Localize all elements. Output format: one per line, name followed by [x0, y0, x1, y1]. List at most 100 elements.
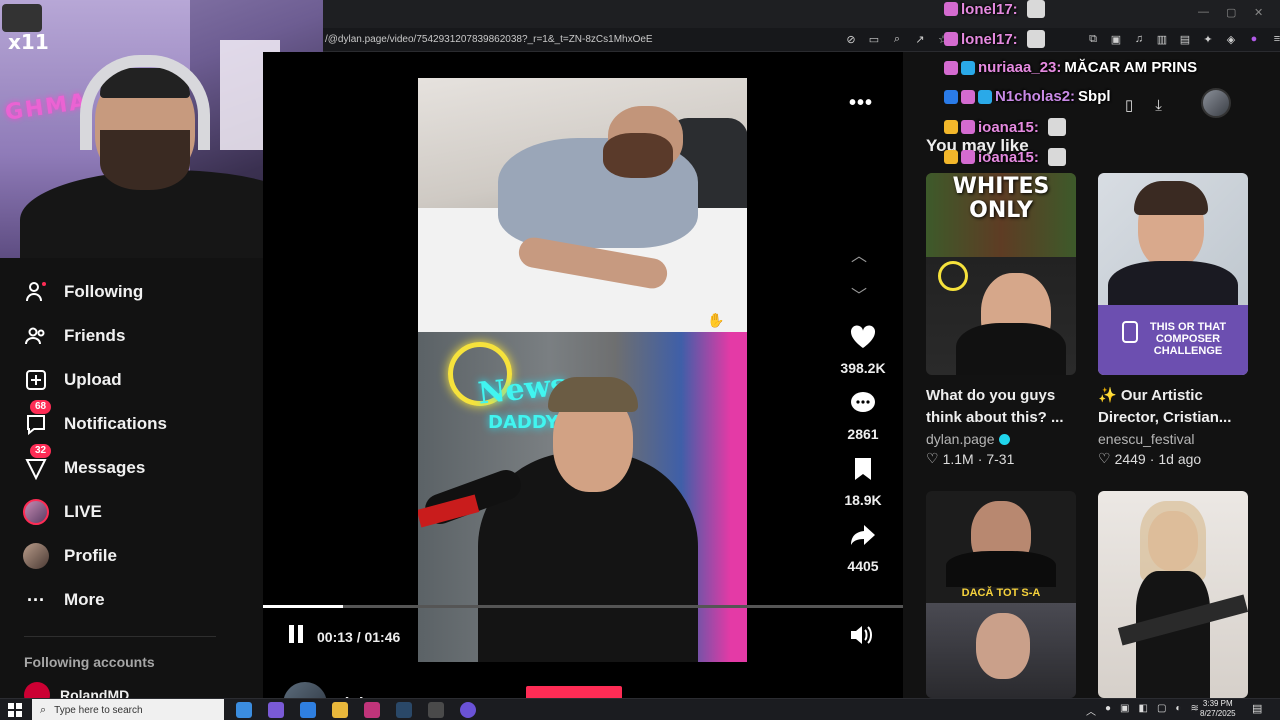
menu-icon[interactable]: ≡	[1270, 32, 1280, 46]
phone-icon[interactable]: ▯	[1125, 96, 1133, 114]
sidebar-item-notifications[interactable]: 68 Notifications	[22, 400, 167, 438]
messages-count-badge: 32	[30, 444, 52, 458]
previous-video-icon[interactable]: ︿	[851, 242, 867, 266]
video-player[interactable]: News DADDY ✋ ••• ︿ ﹀ 398.2K 2861 18.9K 4…	[263, 52, 903, 720]
share-icon[interactable]: ↗	[913, 32, 927, 46]
sidebar-item-friends[interactable]: Friends	[22, 322, 125, 350]
thumb-caption: THIS OR THAT COMPOSER CHALLENGE	[1149, 321, 1227, 357]
notifications-count-badge: 68	[30, 400, 52, 414]
badge-icon	[961, 120, 975, 134]
taskbar-search[interactable]: ⌕ Type here to search	[32, 699, 224, 720]
recommendation-card[interactable]: WHITES ONLY What do you guys think about…	[926, 173, 1076, 467]
discord-icon[interactable]	[460, 702, 476, 718]
card-author[interactable]: enescu_festival	[1098, 431, 1248, 447]
mute-tab-icon[interactable]: ⊘	[844, 32, 858, 46]
download-icon[interactable]: ⤓	[1155, 97, 1162, 114]
app-icon[interactable]	[268, 702, 284, 718]
taskbar-clock[interactable]: 3:39 PM 8/27/2025	[1200, 699, 1236, 719]
recommendation-card[interactable]	[1098, 491, 1248, 698]
vpn-icon[interactable]: ●	[1247, 32, 1261, 46]
emote-icon	[1026, 0, 1045, 18]
task-view-icon[interactable]	[236, 702, 252, 718]
edge-icon[interactable]	[300, 702, 316, 718]
user-avatar[interactable]	[1201, 88, 1231, 118]
tray-app-icon[interactable]: ▣	[1120, 703, 1129, 718]
steam-icon[interactable]	[396, 702, 412, 718]
like-button[interactable]: 398.2K	[831, 322, 895, 376]
volume-icon[interactable]: ◐	[1175, 703, 1181, 718]
tray-app-icon[interactable]: ▢	[1157, 703, 1166, 718]
badge-icon	[944, 32, 958, 46]
browser-icon[interactable]	[364, 702, 380, 718]
network-icon[interactable]: ◧	[1139, 703, 1148, 718]
save-button[interactable]: 18.9K	[831, 454, 895, 508]
next-video-icon[interactable]: ﹀	[851, 282, 867, 306]
wifi-icon[interactable]: ≋	[1190, 703, 1198, 718]
tray-chevron-icon[interactable]: ︿	[1086, 703, 1096, 718]
separator-dot: ·	[1149, 450, 1155, 467]
card-meta: ♡ 1.1M · 7-31	[926, 450, 1076, 467]
share-button[interactable]: 4405	[831, 520, 895, 574]
following-icon	[22, 278, 50, 306]
progress-bar[interactable]	[263, 605, 903, 608]
close-icon[interactable]: ✕	[1254, 6, 1263, 19]
crown-badge-icon	[944, 150, 958, 164]
chat-user: nuriaaa_23:	[978, 59, 1062, 76]
chat-user: ioana15:	[978, 118, 1039, 136]
recommendation-card[interactable]: THIS OR THAT COMPOSER CHALLENGE ✨ Our Ar…	[1098, 173, 1248, 467]
card-title[interactable]: ✨ Our Artistic Director, Cristian...	[1098, 385, 1258, 429]
zoom-icon[interactable]: ⌕	[890, 32, 904, 46]
sidebar-icon[interactable]: ▥	[1155, 32, 1169, 46]
card-thumbnail[interactable]: WHITES ONLY	[926, 173, 1076, 375]
extensions-icon[interactable]: ⧉	[1086, 32, 1100, 46]
cast-icon[interactable]: ▭	[867, 32, 881, 46]
live-avatar	[23, 499, 49, 525]
card-date: 1d ago	[1158, 450, 1202, 467]
volume-icon[interactable]	[849, 624, 873, 651]
file-explorer-icon[interactable]	[332, 702, 348, 718]
card-author[interactable]: dylan.page	[926, 431, 1076, 447]
messages-icon: 32	[22, 444, 52, 482]
card-thumbnail[interactable]: DACĂ TOT S-A	[926, 491, 1076, 698]
recommendation-card[interactable]: DACĂ TOT S-A	[926, 491, 1076, 698]
screenshot-icon[interactable]: ▣	[1109, 32, 1123, 46]
heart-outline-icon: ♡	[1098, 450, 1111, 466]
bookmark-icon	[848, 454, 878, 484]
sidebar-item-upload[interactable]: Upload	[22, 366, 122, 394]
chat-message: ioana15:	[944, 148, 1066, 166]
media-icon[interactable]: ♫	[1132, 32, 1146, 46]
url-text[interactable]: /@dylan.page/video/7542931207839862038?_…	[325, 34, 653, 45]
sidebar-item-following[interactable]: Following	[22, 278, 143, 306]
sidebar-item-messages[interactable]: 32 Messages	[22, 444, 146, 482]
card-likes: 1.1M	[942, 450, 974, 467]
card-title[interactable]: What do you guys think about this? ...	[926, 385, 1086, 429]
card-thumbnail[interactable]	[1098, 491, 1248, 698]
ai-icon[interactable]: ✦	[1201, 32, 1215, 46]
profile-icon	[22, 542, 50, 570]
badge-icon	[944, 2, 958, 16]
card-thumbnail[interactable]: THIS OR THAT COMPOSER CHALLENGE	[1098, 173, 1248, 375]
sidebar-item-label: Messages	[64, 458, 146, 477]
upload-icon	[22, 366, 50, 394]
badge-icon	[961, 89, 975, 104]
minimize-icon[interactable]: —	[1198, 6, 1209, 18]
shield-icon[interactable]: ◈	[1224, 32, 1238, 46]
pause-icon[interactable]	[287, 624, 305, 649]
mic-icon[interactable]: ●	[1105, 703, 1111, 718]
presenter-cap	[548, 377, 638, 412]
diamond-badge-icon	[961, 60, 975, 75]
maximize-icon[interactable]: ▢	[1226, 6, 1236, 19]
screen: — ▢ ✕ /@dylan.page/video/754293120783986…	[0, 0, 1280, 720]
globe-icon	[938, 261, 968, 291]
video-frame[interactable]: News DADDY	[418, 78, 747, 662]
notification-center-icon[interactable]: ▤	[1252, 702, 1262, 715]
windows-start-icon[interactable]	[8, 703, 22, 717]
sidebar-item-live[interactable]: LIVE	[22, 498, 102, 526]
sidebar-item-more[interactable]: ··· More	[22, 586, 105, 614]
wallet-icon[interactable]: ▤	[1178, 32, 1192, 46]
more-options-icon[interactable]: •••	[849, 92, 873, 115]
comment-button[interactable]: 2861	[831, 388, 895, 442]
sidebar-item-profile[interactable]: Profile	[22, 542, 117, 570]
sidebar-item-label: Profile	[64, 546, 117, 565]
terminal-icon[interactable]	[428, 702, 444, 718]
